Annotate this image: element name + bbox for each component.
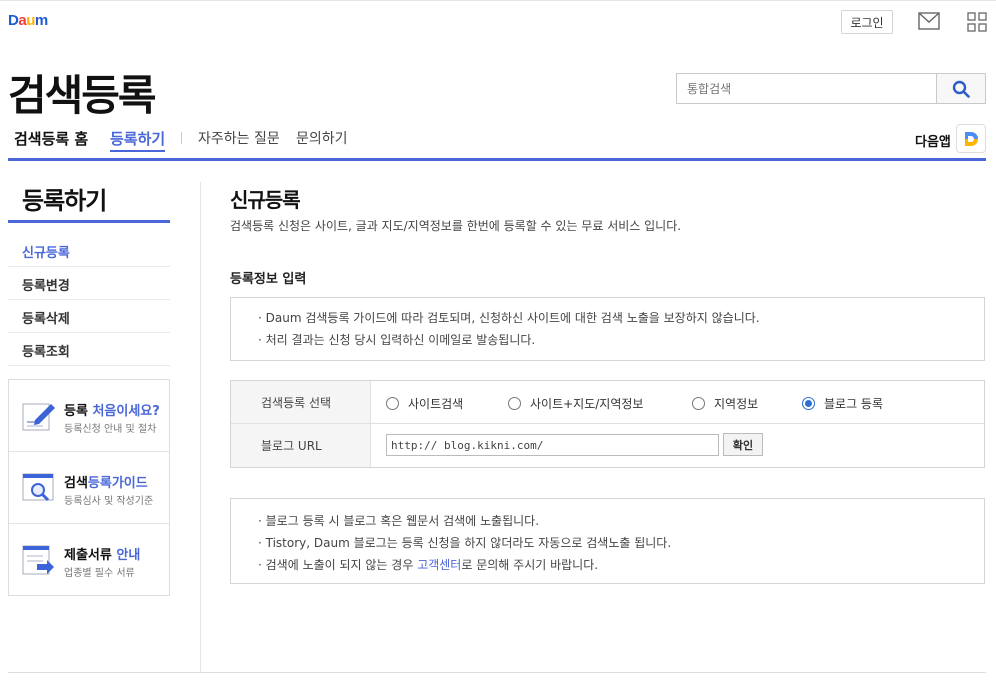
- notice-line: · 검색에 노출이 되지 않는 경우 고객센터로 문의해 주시기 바랍니다.: [258, 558, 599, 572]
- radio-label: 블로그 등록: [824, 397, 884, 411]
- daum-d-icon: [965, 131, 978, 146]
- nav-qna[interactable]: 문의하기: [296, 128, 348, 148]
- notice-box-top: · Daum 검색등록 가이드에 따라 검토되며, 신청하신 사이트에 대한 검…: [230, 297, 985, 361]
- notice-line: · Daum 검색등록 가이드에 따라 검토되며, 신청하신 사이트에 대한 검…: [258, 311, 760, 325]
- notice-line: · 처리 결과는 신청 당시 입력하신 이메일로 발송됩니다.: [258, 333, 536, 347]
- banner-documents[interactable]: 제출서류 안내 업종별 필수 서류: [9, 524, 169, 596]
- nav-divider: [181, 132, 182, 144]
- documents-icon: [22, 545, 54, 575]
- banner-guide[interactable]: 검색등록가이드 등록심사 및 작성기준: [9, 452, 169, 524]
- lnb-item-new[interactable]: 신규등록: [8, 234, 170, 267]
- search-icon: [952, 80, 970, 98]
- banner-title: 제출서류 안내: [64, 548, 141, 563]
- radio-local-info[interactable]: 지역정보: [692, 395, 758, 412]
- form-label: 검색등록 선택: [231, 381, 371, 423]
- section-title: 등록정보 입력: [230, 272, 307, 287]
- confirm-button[interactable]: 확인: [723, 433, 763, 456]
- banner-subtitle: 업종별 필수 서류: [64, 568, 135, 579]
- nav-register[interactable]: 등록하기: [110, 128, 166, 152]
- banner-subtitle: 등록심사 및 작성기준: [64, 496, 154, 507]
- customer-center-link[interactable]: 고객센터: [417, 558, 461, 572]
- form-row-type: 검색등록 선택 사이트검색 사이트+지도/지역정보 지역정보 블로그 등록: [231, 381, 984, 424]
- radio-circle-checked[interactable]: [802, 397, 815, 410]
- content-title: 신규등록: [230, 188, 301, 212]
- radio-circle[interactable]: [508, 397, 521, 410]
- radio-label: 사이트검색: [408, 397, 464, 411]
- pencil-icon: [22, 403, 55, 431]
- nav-faq[interactable]: 자주하는 질문: [198, 128, 280, 148]
- column-divider: [200, 182, 201, 672]
- nav-underline: [8, 158, 986, 161]
- lnb-menu: 신규등록 등록변경 등록삭제 등록조회: [8, 234, 170, 366]
- notice-line: · Tistory, Daum 블로그는 등록 신청을 하지 않더라도 자동으로…: [258, 536, 672, 550]
- apps-grid-icon[interactable]: [967, 12, 987, 32]
- form-row-url: 블로그 URL 확인: [231, 424, 984, 467]
- form-label: 블로그 URL: [231, 424, 371, 467]
- radio-site-map[interactable]: 사이트+지도/지역정보: [508, 395, 643, 412]
- banner-title: 검색등록가이드: [64, 476, 148, 491]
- banner-first-time[interactable]: 등록 처음이세요? 등록신청 안내 및 절차: [9, 380, 169, 452]
- nav-home[interactable]: 검색등록 홈: [14, 128, 88, 149]
- radio-circle[interactable]: [692, 397, 705, 410]
- lnb-item-change[interactable]: 등록변경: [8, 267, 170, 300]
- banner-title: 등록 처음이세요?: [64, 404, 160, 419]
- content-description: 검색등록 신청은 사이트, 글과 지도/지역정보를 한번에 등록할 수 있는 무…: [230, 219, 682, 233]
- search-button[interactable]: [936, 74, 985, 103]
- daum-app-icon[interactable]: [956, 124, 986, 153]
- lnb-title-underline: [8, 220, 170, 223]
- magnifier-icon: [22, 473, 54, 502]
- banner-subtitle: 등록신청 안내 및 절차: [64, 424, 157, 435]
- search-input[interactable]: [677, 74, 936, 103]
- banner-box: 등록 처음이세요? 등록신청 안내 및 절차 검색등록가이드 등록심사 및 작성…: [8, 379, 170, 596]
- lnb-title: 등록하기: [22, 187, 107, 215]
- daum-logo[interactable]: Daum: [8, 12, 48, 29]
- footer-divider: [8, 672, 986, 673]
- radio-label: 지역정보: [714, 397, 759, 411]
- registration-form: 검색등록 선택 사이트검색 사이트+지도/지역정보 지역정보 블로그 등록 블로…: [230, 380, 985, 468]
- radio-label: 사이트+지도/지역정보: [530, 397, 644, 411]
- radio-blog[interactable]: 블로그 등록: [802, 395, 883, 412]
- lnb-item-lookup[interactable]: 등록조회: [8, 333, 170, 366]
- daum-app-label[interactable]: 다음앱: [915, 131, 951, 150]
- login-button[interactable]: 로그인: [841, 10, 893, 34]
- notice-box-bottom: · 블로그 등록 시 블로그 혹은 웹문서 검색에 노출됩니다. · Tisto…: [230, 498, 985, 584]
- search-box: [676, 73, 986, 104]
- radio-circle[interactable]: [386, 397, 399, 410]
- top-bar: Daum 로그인: [0, 0, 996, 40]
- blog-url-input[interactable]: [386, 434, 719, 456]
- mail-icon[interactable]: [918, 12, 940, 30]
- notice-line: · 블로그 등록 시 블로그 혹은 웹문서 검색에 노출됩니다.: [258, 514, 540, 528]
- lnb-item-delete[interactable]: 등록삭제: [8, 300, 170, 333]
- service-title[interactable]: 검색등록: [8, 62, 157, 123]
- main-nav: 검색등록 홈 등록하기 자주하는 질문 문의하기: [0, 124, 996, 162]
- radio-site-search[interactable]: 사이트검색: [386, 395, 463, 412]
